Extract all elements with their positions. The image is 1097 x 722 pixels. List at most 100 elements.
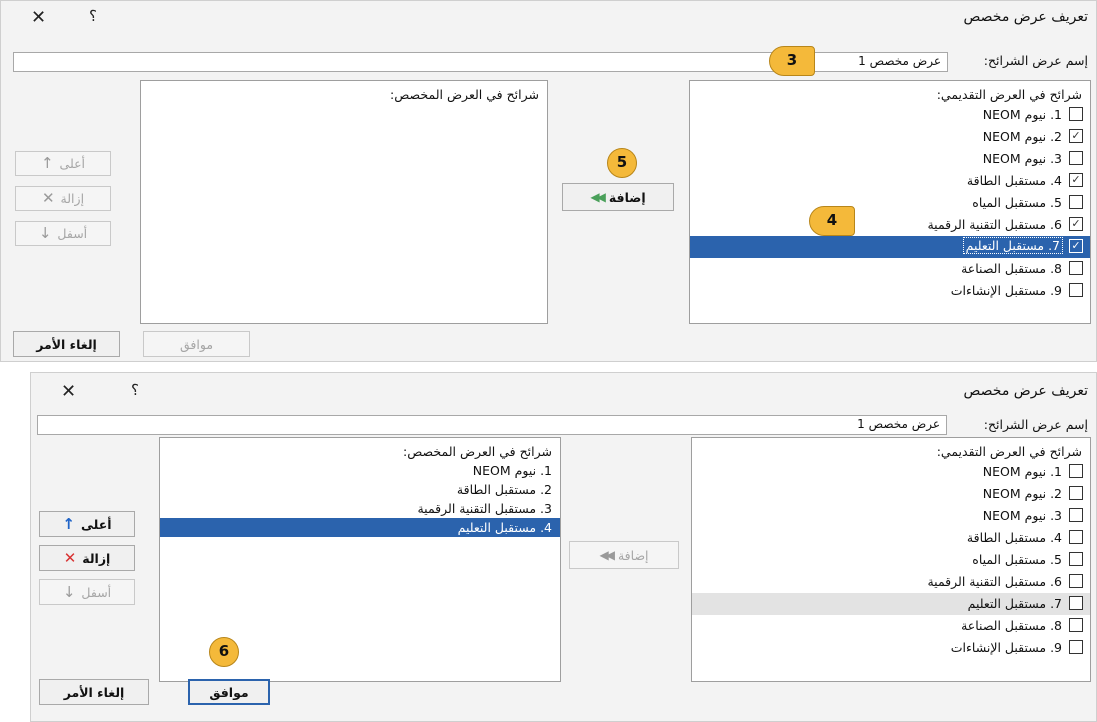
slide-item-label: 1. نيوم NEOM bbox=[982, 107, 1062, 122]
move-down-button[interactable]: أسفل ↓ bbox=[39, 579, 135, 605]
slide-item-label: 8. مستقبل الصناعة bbox=[961, 618, 1062, 633]
slide-list-item[interactable]: ✓ 6. مستقبل التقنية الرقمية bbox=[690, 214, 1090, 236]
custom-slide-item[interactable]: 2. مستقبل الطاقة bbox=[160, 480, 560, 499]
remove-button[interactable]: إزالة ✕ bbox=[39, 545, 135, 571]
add-button-label: إضافة bbox=[608, 189, 646, 205]
slide-list-item[interactable]: ✓ 4. مستقبل الطاقة bbox=[690, 170, 1090, 192]
custom-show-slides-list[interactable]: شرائح في العرض المخصص: bbox=[140, 80, 548, 324]
move-up-button[interactable]: أعلى ↑ bbox=[15, 151, 111, 176]
checkbox-checked-icon[interactable]: ✓ bbox=[1069, 129, 1083, 143]
slide-list-item[interactable]: 9. مستقبل الإنشاءات bbox=[690, 280, 1090, 302]
slide-list-item[interactable]: 4. مستقبل الطاقة bbox=[692, 527, 1090, 549]
ok-label: موافق bbox=[209, 684, 249, 700]
help-icon[interactable]: ؟ bbox=[131, 381, 139, 399]
callout-6: 6 bbox=[209, 637, 239, 667]
slide-item-label: 5. مستقبل المياه bbox=[972, 552, 1062, 567]
custom-slide-item[interactable]: 4. مستقبل التعليم bbox=[160, 518, 560, 537]
checkbox-icon[interactable] bbox=[1069, 261, 1083, 275]
add-button[interactable]: إضافة ◀◀ bbox=[562, 183, 674, 211]
remove-label: إزالة bbox=[82, 550, 111, 566]
slide-list-item[interactable]: 3. نيوم NEOM bbox=[690, 148, 1090, 170]
checkbox-icon[interactable] bbox=[1069, 552, 1083, 566]
checkbox-checked-icon[interactable]: ✓ bbox=[1069, 173, 1083, 187]
custom-show-dialog-step1: ✕ ؟ تعريف عرض مخصص إسم عرض الشرائح: عرض … bbox=[0, 0, 1097, 362]
slide-item-label: 3. نيوم NEOM bbox=[982, 151, 1062, 166]
add-button[interactable]: إضافة ◀◀ bbox=[569, 541, 679, 569]
presentation-slides-list[interactable]: شرائح في العرض التقديمي: 1. نيوم NEOM 2. … bbox=[691, 437, 1091, 682]
slide-item-label: 1. نيوم NEOM bbox=[982, 464, 1062, 479]
slide-list-item[interactable]: 2. نيوم NEOM bbox=[692, 483, 1090, 505]
cancel-button[interactable]: إلغاء الأمر bbox=[39, 679, 149, 705]
checkbox-icon[interactable] bbox=[1069, 107, 1083, 121]
remove-button[interactable]: إزالة ✕ bbox=[15, 186, 111, 211]
checkbox-checked-icon[interactable]: ✓ bbox=[1069, 217, 1083, 231]
ok-button[interactable]: موافق bbox=[188, 679, 270, 705]
cancel-label: إلغاء الأمر bbox=[36, 336, 97, 352]
checkbox-icon[interactable] bbox=[1069, 195, 1083, 209]
slide-item-label: 9. مستقبل الإنشاءات bbox=[950, 283, 1062, 298]
slide-list-item[interactable]: 8. مستقبل الصناعة bbox=[690, 258, 1090, 280]
move-down-label: أسفل bbox=[57, 226, 88, 241]
slide-list-item[interactable]: 5. مستقبل المياه bbox=[692, 549, 1090, 571]
slide-show-name-label: إسم عرض الشرائح: bbox=[983, 53, 1088, 68]
checkbox-icon[interactable] bbox=[1069, 640, 1083, 654]
slide-list-item[interactable]: 8. مستقبل الصناعة bbox=[692, 615, 1090, 637]
checkbox-icon[interactable] bbox=[1069, 530, 1083, 544]
close-icon[interactable]: ✕ bbox=[61, 381, 76, 402]
custom-show-dialog-step2: ✕ ؟ تعريف عرض مخصص إسم عرض الشرائح: عرض … bbox=[30, 372, 1097, 722]
close-icon[interactable]: ✕ bbox=[31, 7, 46, 28]
slide-list-item[interactable]: 3. نيوم NEOM bbox=[692, 505, 1090, 527]
cancel-button[interactable]: إلغاء الأمر bbox=[13, 331, 120, 357]
arrow-down-icon: ↓ bbox=[62, 582, 76, 601]
arrow-up-icon: ↑ bbox=[62, 514, 75, 533]
remove-x-icon: ✕ bbox=[63, 548, 77, 567]
custom-show-slides-header: شرائح في العرض المخصص: bbox=[403, 444, 552, 459]
ok-button[interactable]: موافق bbox=[143, 331, 250, 357]
move-down-button[interactable]: أسفل ↓ bbox=[15, 221, 111, 246]
add-arrows-icon: ◀◀ bbox=[599, 548, 615, 562]
callout-5: 5 bbox=[607, 148, 637, 178]
custom-slide-item[interactable]: 3. مستقبل التقنية الرقمية bbox=[160, 499, 560, 518]
move-up-button[interactable]: أعلى ↑ bbox=[39, 511, 135, 537]
slide-item-label: 4. مستقبل الطاقة bbox=[966, 530, 1062, 545]
slide-item-label: 3. نيوم NEOM bbox=[982, 508, 1062, 523]
slide-item-label: 9. مستقبل الإنشاءات bbox=[950, 640, 1062, 655]
slide-list-item[interactable]: 7. مستقبل التعليم bbox=[692, 593, 1090, 615]
slide-item-label: 4. مستقبل الطاقة bbox=[966, 173, 1062, 188]
presentation-slides-header: شرائح في العرض التقديمي: bbox=[936, 444, 1082, 459]
slide-show-name-input[interactable]: عرض مخصص 1 bbox=[37, 415, 947, 435]
help-icon[interactable]: ؟ bbox=[89, 7, 97, 25]
callout-3: 3 bbox=[769, 46, 815, 76]
slide-list-item[interactable]: ✓ 2. نيوم NEOM bbox=[690, 126, 1090, 148]
checkbox-icon[interactable] bbox=[1069, 151, 1083, 165]
slide-show-name-value: عرض مخصص 1 bbox=[857, 417, 940, 431]
slide-list-item[interactable]: ✓ 7. مستقبل التعليم bbox=[690, 236, 1090, 258]
checkbox-icon[interactable] bbox=[1069, 574, 1083, 588]
checkbox-icon[interactable] bbox=[1069, 464, 1083, 478]
checkbox-checked-icon[interactable]: ✓ bbox=[1069, 239, 1083, 253]
checkbox-icon[interactable] bbox=[1069, 486, 1083, 500]
add-button-label: إضافة bbox=[617, 547, 649, 563]
dialog-title: تعريف عرض مخصص bbox=[963, 9, 1089, 25]
slide-item-label: 2. نيوم NEOM bbox=[982, 486, 1062, 501]
slide-list-item[interactable]: 1. نيوم NEOM bbox=[690, 104, 1090, 126]
slide-item-label: 2. نيوم NEOM bbox=[982, 129, 1062, 144]
checkbox-icon[interactable] bbox=[1069, 596, 1083, 610]
move-up-label: أعلى bbox=[59, 156, 86, 171]
remove-x-icon: ✕ bbox=[41, 189, 55, 207]
slide-item-label: 5. مستقبل المياه bbox=[972, 195, 1062, 210]
dialog-title: تعريف عرض مخصص bbox=[963, 383, 1089, 399]
checkbox-icon[interactable] bbox=[1069, 618, 1083, 632]
slide-list-item[interactable]: 1. نيوم NEOM bbox=[692, 461, 1090, 483]
presentation-slides-header: شرائح في العرض التقديمي: bbox=[936, 87, 1082, 102]
move-down-label: أسفل bbox=[81, 584, 112, 600]
checkbox-icon[interactable] bbox=[1069, 283, 1083, 297]
slide-list-item[interactable]: 5. مستقبل المياه bbox=[690, 192, 1090, 214]
slide-list-item[interactable]: 9. مستقبل الإنشاءات bbox=[692, 637, 1090, 659]
slide-list-item[interactable]: 6. مستقبل التقنية الرقمية bbox=[692, 571, 1090, 593]
custom-slide-item[interactable]: 1. نيوم NEOM bbox=[160, 461, 560, 480]
remove-label: إزالة bbox=[60, 191, 85, 206]
checkbox-icon[interactable] bbox=[1069, 508, 1083, 522]
slide-item-label: 7. مستقبل التعليم bbox=[962, 237, 1064, 254]
presentation-slides-list[interactable]: شرائح في العرض التقديمي: 1. نيوم NEOM ✓ 2.… bbox=[689, 80, 1091, 324]
